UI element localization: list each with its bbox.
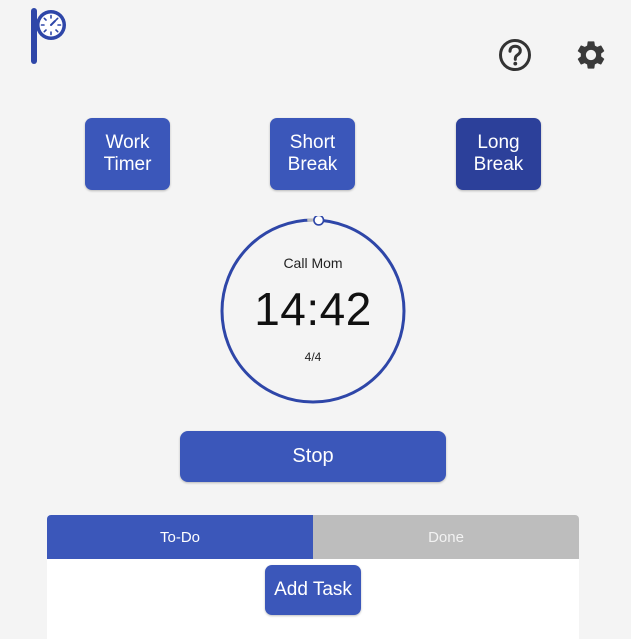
stop-button[interactable]: Stop — [180, 431, 446, 482]
pomodoro-logo-icon — [28, 6, 72, 66]
long-break-button[interactable]: Long Break — [456, 118, 541, 190]
short-break-button[interactable]: Short Break — [270, 118, 355, 190]
settings-gear-icon[interactable] — [574, 38, 608, 72]
session-counter: 4/4 — [304, 350, 322, 364]
current-task-name: Call Mom — [283, 255, 343, 271]
add-task-button[interactable]: Add Task — [265, 565, 361, 615]
help-icon[interactable] — [498, 38, 532, 72]
timer-progress-knob — [313, 216, 325, 226]
tab-done[interactable]: Done — [313, 515, 579, 559]
tab-todo[interactable]: To-Do — [47, 515, 313, 559]
work-timer-button[interactable]: Work Timer — [85, 118, 170, 190]
task-tabs: To-Do Done — [47, 515, 579, 559]
timer-display: 14:42 — [254, 283, 372, 335]
